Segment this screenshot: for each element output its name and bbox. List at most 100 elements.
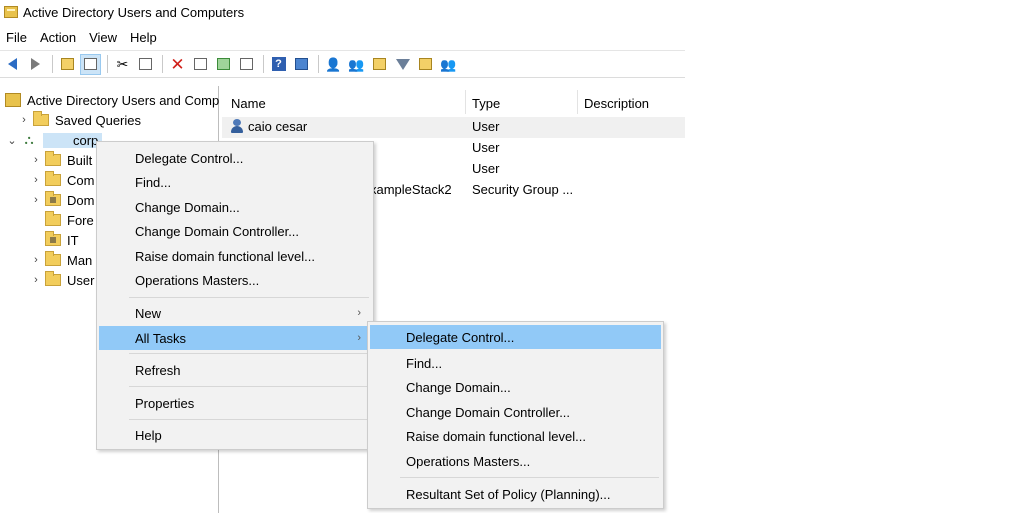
submenu-item-change-domain[interactable]: Change Domain... (370, 375, 661, 399)
toolbar-divider (52, 55, 53, 73)
tree-item-domain[interactable]: ⌄ ⛬ corp (6, 130, 103, 150)
row-type: User (472, 161, 500, 176)
submenu-item-find[interactable]: Find... (370, 351, 661, 375)
column-header-type[interactable]: Type (472, 92, 500, 114)
toolbar-divider (318, 55, 319, 73)
menu-separator (129, 386, 369, 387)
export-list-icon[interactable] (236, 54, 257, 75)
back-icon[interactable] (2, 54, 23, 75)
menu-separator (129, 297, 369, 298)
menu-separator (400, 477, 659, 478)
copy-icon[interactable] (135, 54, 156, 75)
row-type: Security Group ... (472, 182, 574, 197)
create-group-icon[interactable]: 👥 (346, 54, 367, 75)
expand-icon[interactable]: › (30, 274, 42, 286)
tree-item-label: IT (67, 232, 79, 248)
menu-item-label: All Tasks (135, 330, 187, 346)
user-icon (230, 119, 244, 134)
app-icon (4, 6, 18, 18)
column-header-description[interactable]: Description (584, 92, 649, 114)
tree-item-builtin[interactable]: › Built (30, 150, 92, 170)
expand-icon[interactable]: › (30, 194, 42, 206)
tree-item-it[interactable]: IT (30, 230, 79, 250)
folder-icon (45, 151, 61, 166)
tree-item-label: User (67, 272, 95, 288)
submenu-item-change-domain-controller[interactable]: Change Domain Controller... (370, 400, 661, 424)
tree-item-label: corp (43, 132, 103, 148)
filter-icon[interactable] (392, 54, 413, 75)
menu-item-raise-functional-level[interactable]: Raise domain functional level... (99, 244, 371, 268)
column-divider[interactable] (465, 90, 466, 114)
window-title: Active Directory Users and Computers (23, 4, 245, 20)
up-folder-icon[interactable] (57, 54, 78, 75)
folder-icon (33, 111, 49, 126)
delete-icon[interactable]: ✕ (167, 54, 188, 75)
submenu-item-raise-functional-level[interactable]: Raise domain functional level... (370, 424, 661, 448)
menu-item-find[interactable]: Find... (99, 170, 371, 194)
folder-icon (45, 211, 61, 226)
row-name: xampleStack2 (370, 182, 452, 197)
submenu-arrow-icon: › (357, 332, 361, 344)
menu-item-properties[interactable]: Properties (99, 391, 371, 415)
tree-item-foreign-security-principals[interactable]: Fore (30, 210, 94, 230)
collapse-icon[interactable]: ⌄ (6, 134, 18, 147)
folder-icon (45, 251, 61, 266)
menu-item-help[interactable]: Help (99, 423, 371, 447)
forward-icon[interactable] (25, 54, 46, 75)
find-icon[interactable] (415, 54, 436, 75)
refresh-icon[interactable] (213, 54, 234, 75)
menu-separator (129, 353, 369, 354)
tree-root[interactable]: Active Directory Users and Comp (5, 90, 219, 110)
menu-item-change-domain[interactable]: Change Domain... (99, 195, 371, 219)
domain-icon: ⛬ (24, 132, 34, 147)
column-header-name[interactable]: Name (231, 92, 266, 114)
help-icon[interactable]: ? (268, 54, 289, 75)
submenu-item-operations-masters[interactable]: Operations Masters... (370, 449, 661, 473)
column-divider[interactable] (577, 90, 578, 114)
submenu-item-rsop-planning[interactable]: Resultant Set of Policy (Planning)... (370, 482, 661, 506)
tree-item-domain-controllers[interactable]: › Dom (30, 190, 94, 210)
menu-separator (129, 419, 369, 420)
expand-icon[interactable]: › (30, 254, 42, 266)
menu-view[interactable]: View (83, 30, 124, 45)
context-menu: Delegate Control... Find... Change Domai… (96, 141, 374, 450)
tree-item-managed-service-accounts[interactable]: › Man (30, 250, 92, 270)
menu-file[interactable]: File (0, 30, 34, 45)
menu-item-change-domain-controller[interactable]: Change Domain Controller... (99, 219, 371, 243)
all-tasks-submenu: Delegate Control... Find... Change Domai… (367, 321, 664, 509)
menu-item-operations-masters[interactable]: Operations Masters... (99, 268, 371, 292)
create-user-icon[interactable]: 👤 (323, 54, 344, 75)
submenu-item-delegate-control[interactable]: Delegate Control... (370, 325, 661, 349)
folder-icon (45, 171, 61, 186)
expand-icon[interactable]: › (18, 114, 30, 126)
toolbar-divider (107, 55, 108, 73)
tree-item-computers[interactable]: › Com (30, 170, 94, 190)
menu-item-refresh[interactable]: Refresh (99, 358, 371, 382)
expand-icon[interactable]: › (30, 174, 42, 186)
menu-action[interactable]: Action (34, 30, 83, 45)
table-row[interactable]: caio cesar User (222, 117, 685, 138)
ou-icon (45, 191, 61, 206)
tree-item-saved-queries[interactable]: › Saved Queries (18, 110, 141, 130)
show-hide-tree-icon[interactable] (80, 53, 101, 75)
show-action-pane-icon[interactable] (291, 54, 312, 75)
tree-item-label: Man (67, 252, 93, 268)
properties-icon[interactable] (190, 54, 211, 75)
tree-root-label: Active Directory Users and Comp (27, 92, 220, 108)
cut-icon[interactable]: ✂ (112, 54, 133, 75)
create-ou-icon[interactable] (369, 54, 390, 75)
toolbar: ✂ ✕ ? 👤 👥 👥 (0, 50, 685, 78)
title-bar: Active Directory Users and Computers (0, 0, 685, 24)
tree-item-label: Saved Queries (55, 112, 141, 128)
menu-item-new[interactable]: New › (99, 301, 371, 325)
toolbar-divider (263, 55, 264, 73)
expand-icon[interactable]: › (30, 154, 42, 166)
aduc-icon (5, 93, 21, 107)
add-to-group-icon[interactable]: 👥 (438, 54, 459, 75)
row-type: User (472, 140, 500, 155)
menu-help[interactable]: Help (124, 30, 164, 45)
menu-bar: File Action View Help (0, 27, 164, 47)
menu-item-delegate-control[interactable]: Delegate Control... (99, 146, 371, 170)
menu-item-all-tasks[interactable]: All Tasks › (99, 326, 371, 350)
tree-item-users[interactable]: › User (30, 270, 94, 290)
